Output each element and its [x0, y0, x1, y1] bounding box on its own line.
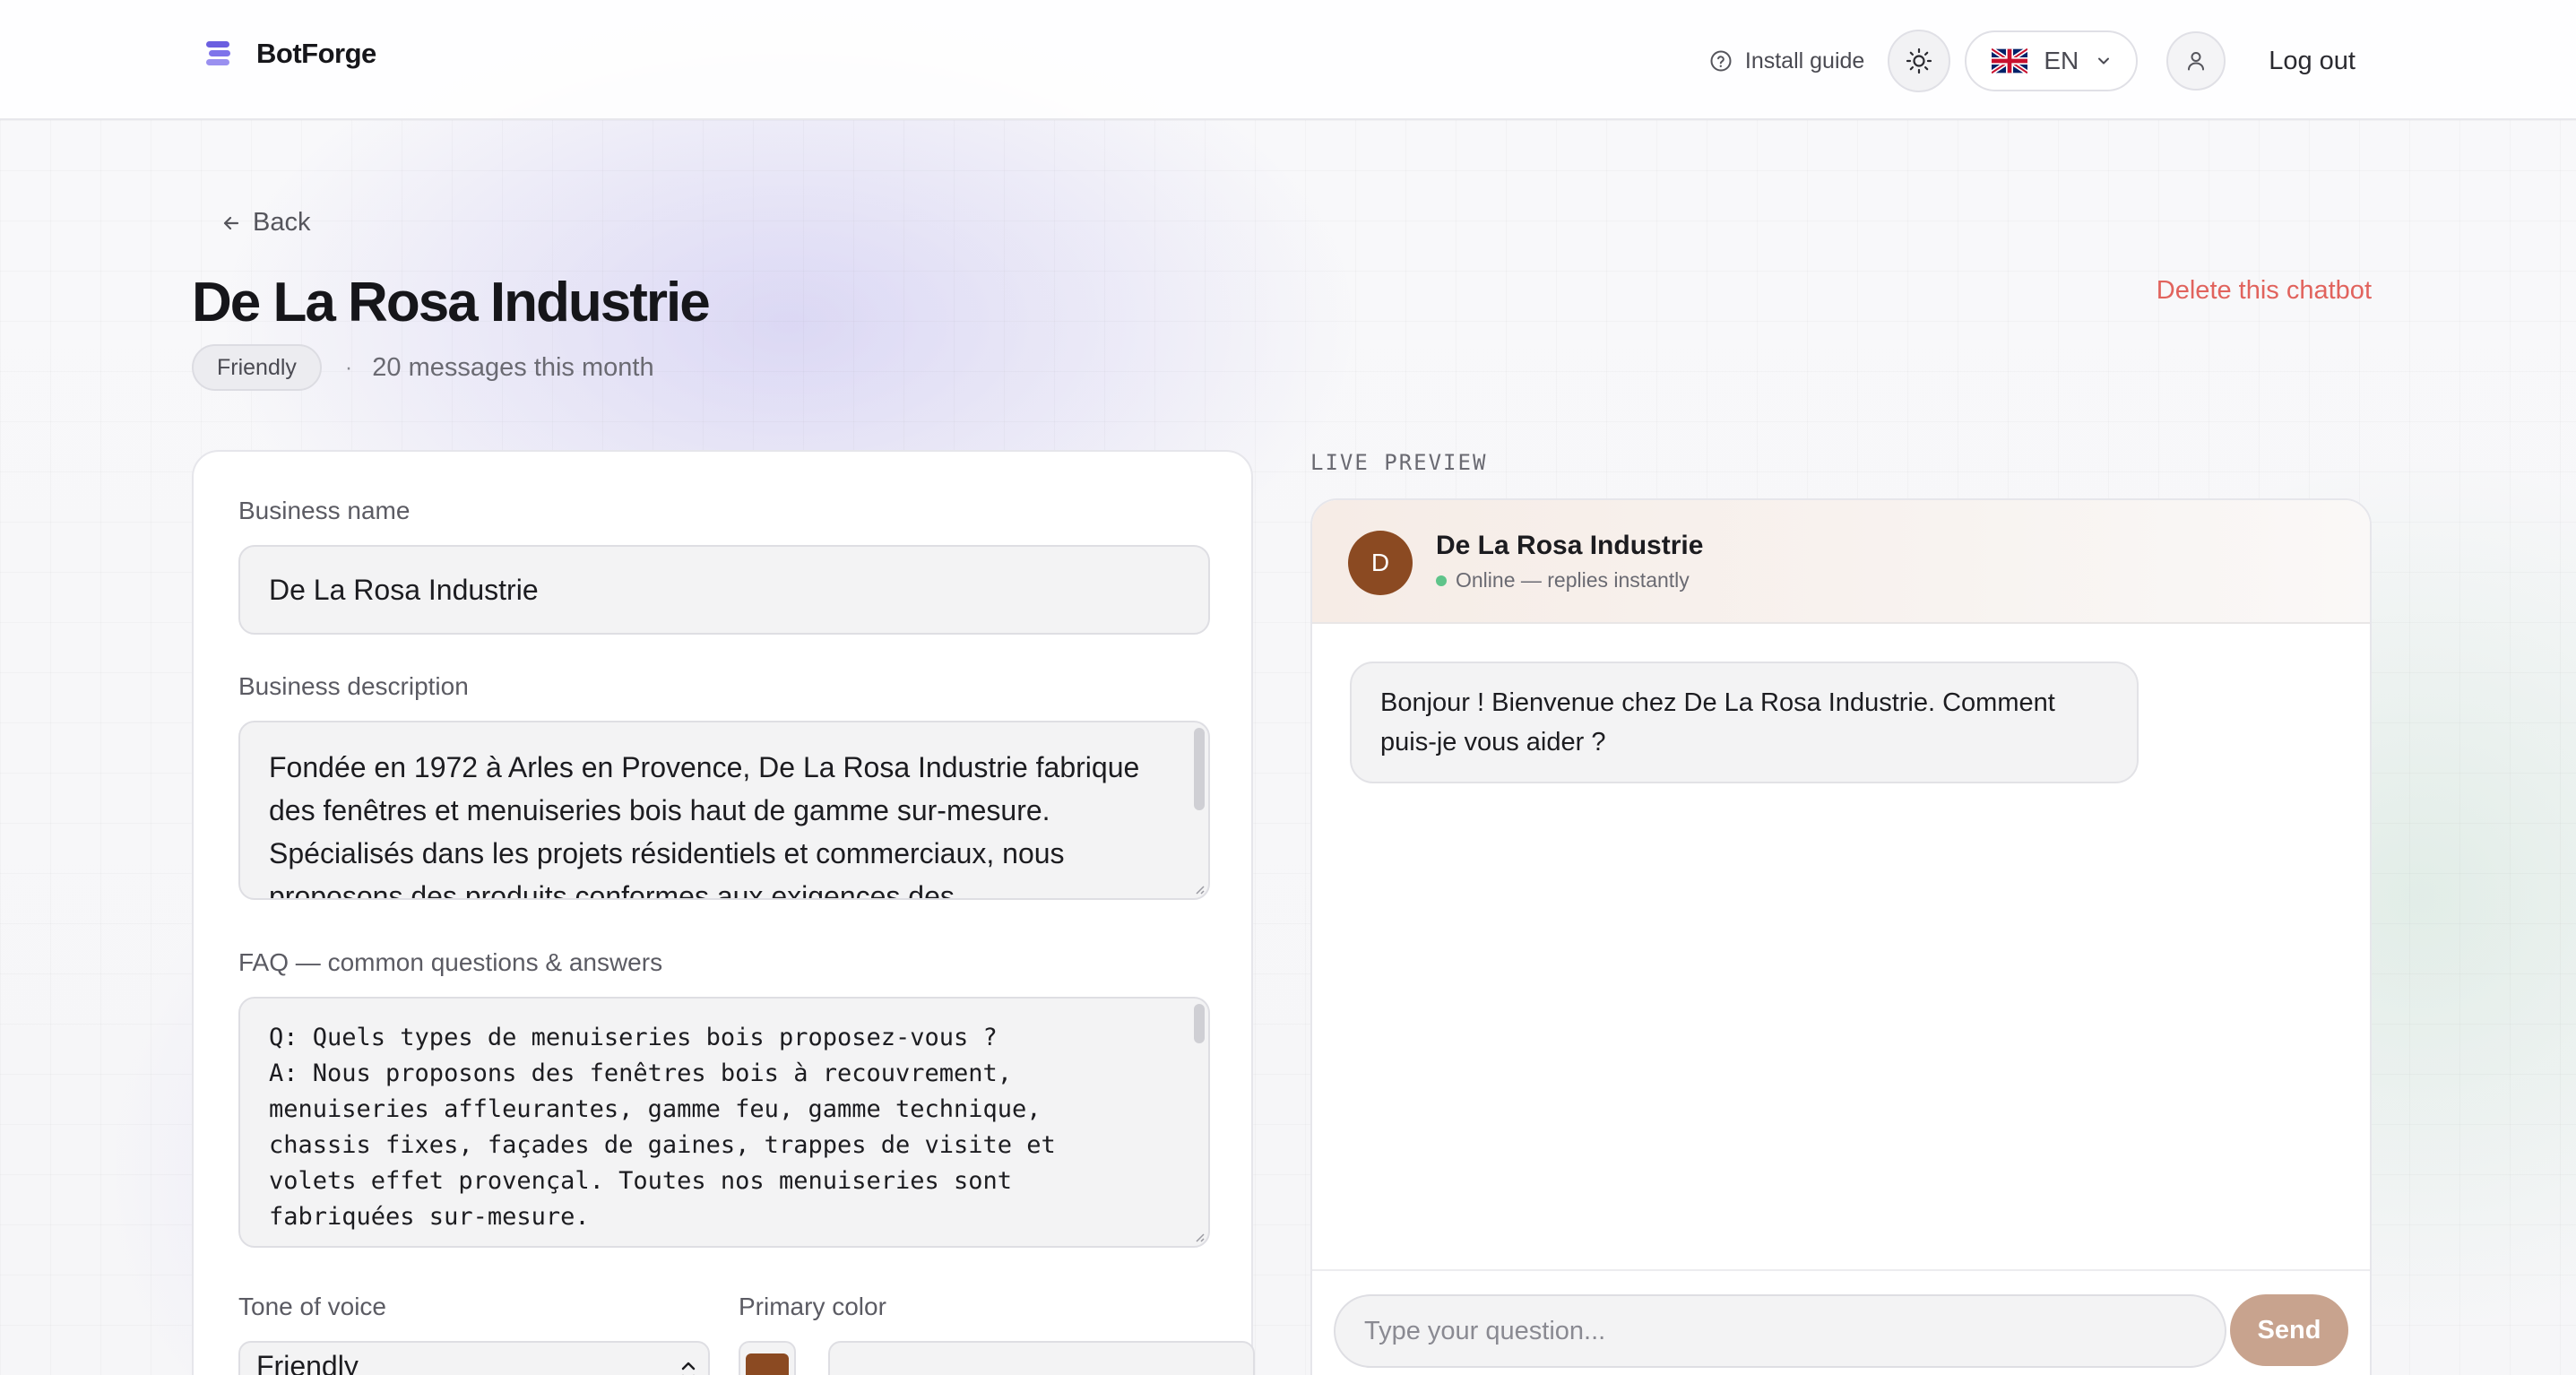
primary-color-swatch: [746, 1353, 789, 1375]
meta-separator: ·: [344, 354, 353, 380]
bot-name: De La Rosa Industrie: [1436, 531, 1704, 560]
tone-badge: Friendly: [192, 344, 322, 391]
brand[interactable]: BotForge: [201, 36, 376, 72]
tone-of-voice-label: Tone of voice: [238, 1293, 386, 1320]
header-actions: Install guide EN Log out: [1709, 30, 2356, 92]
send-button[interactable]: Send: [2230, 1294, 2348, 1366]
bot-status: Online — replies instantly: [1436, 568, 1690, 592]
chat-message-input[interactable]: Type your question...: [1334, 1294, 2226, 1368]
chevron-down-icon: [2098, 57, 2110, 65]
theme-toggle-button[interactable]: [1888, 30, 1951, 92]
business-description-value: Fondée en 1972 à Arles en Provence, De L…: [269, 751, 1140, 900]
help-circle-icon: [1710, 50, 1732, 72]
online-status-dot: [1436, 575, 1447, 586]
faq-textarea[interactable]: Q: Quels types de menuiseries bois propo…: [238, 997, 1210, 1248]
uk-flag-icon: [1992, 48, 2028, 74]
back-link[interactable]: Back: [220, 208, 310, 238]
business-name-input[interactable]: De La Rosa Industrie: [238, 545, 1210, 635]
install-guide-link[interactable]: Install guide: [1709, 48, 1864, 74]
primary-color-label: Primary color: [739, 1293, 886, 1320]
business-name-value: De La Rosa Industrie: [269, 574, 539, 606]
faq-scrollbar[interactable]: [1194, 1004, 1205, 1043]
back-label: Back: [253, 208, 311, 237]
bot-avatar: D: [1348, 531, 1413, 595]
business-name-label: Business name: [238, 497, 411, 524]
top-navigation-bar: BotForge Install guide EN Log out: [0, 0, 2576, 120]
language-code: EN: [2044, 47, 2079, 74]
faq-value: Q: Quels types de menuiseries bois propo…: [269, 1024, 1056, 1231]
chat-preview-widget: D De La Rosa Industrie Online — replies …: [1310, 498, 2372, 1375]
sun-icon: [1906, 48, 1932, 74]
faq-label: FAQ — common questions & answers: [238, 948, 663, 976]
chatbot-meta: Friendly · 20 messages this month: [192, 344, 654, 391]
resize-grip-icon[interactable]: [1192, 1230, 1205, 1242]
chat-composer: Type your question... Send: [1312, 1269, 2370, 1375]
brand-name: BotForge: [256, 38, 376, 69]
language-selector[interactable]: EN: [1965, 30, 2139, 91]
arrow-left-icon: [223, 216, 239, 229]
delete-chatbot-button[interactable]: Delete this chatbot: [2157, 276, 2372, 306]
description-scrollbar[interactable]: [1194, 728, 1205, 810]
primary-color-input[interactable]: [828, 1341, 1255, 1375]
primary-color-picker[interactable]: [739, 1341, 796, 1375]
message-count: 20 messages this month: [372, 352, 654, 382]
page-title: De La Rosa Industrie: [192, 272, 711, 333]
select-arrows-icon: [681, 1362, 696, 1375]
resize-grip-icon[interactable]: [1192, 882, 1205, 895]
user-account-button[interactable]: [2166, 31, 2226, 91]
bot-greeting-message: Bonjour ! Bienvenue chez De La Rosa Indu…: [1350, 662, 2139, 783]
bot-status-text: Online — replies instantly: [1456, 568, 1690, 592]
tone-of-voice-value: Friendly: [256, 1350, 359, 1375]
logout-button[interactable]: Log out: [2269, 47, 2356, 76]
tone-of-voice-select[interactable]: Friendly: [238, 1341, 710, 1375]
live-preview-label: LIVE PREVIEW: [1310, 450, 1488, 475]
business-description-textarea[interactable]: Fondée en 1972 à Arles en Provence, De L…: [238, 721, 1210, 900]
stack-logo-icon: [206, 41, 230, 65]
chatbot-settings-form: Business name De La Rosa Industrie Busin…: [192, 450, 1255, 1375]
user-icon: [2188, 52, 2205, 71]
business-description-label: Business description: [238, 672, 469, 700]
install-guide-label: Install guide: [1744, 48, 1865, 74]
chat-header: D De La Rosa Industrie Online — replies …: [1312, 500, 2370, 624]
